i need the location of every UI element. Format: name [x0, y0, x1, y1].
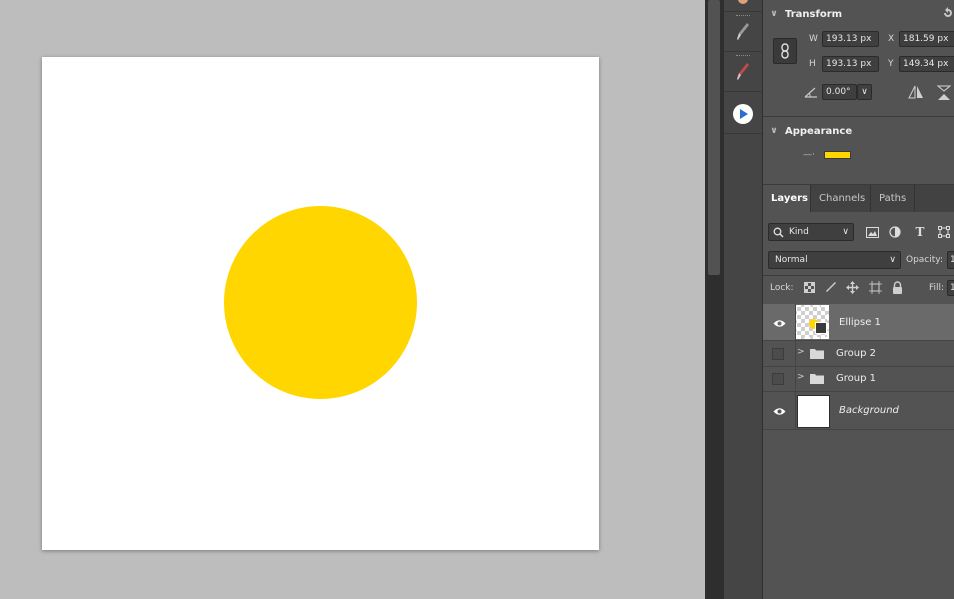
visibility-eye-icon[interactable]	[772, 404, 786, 418]
canvas-workspace[interactable]	[0, 0, 705, 599]
angle-icon	[804, 87, 817, 98]
layer-row-group-1[interactable]: > Group 1	[763, 367, 954, 392]
section-divider	[763, 116, 954, 117]
tab-layers[interactable]: Layers	[763, 185, 811, 212]
transform-header[interactable]: ∨ Transform	[763, 4, 842, 24]
brush-tool-icon	[737, 22, 749, 40]
lock-position-icon[interactable]	[844, 279, 860, 295]
tab-paths[interactable]: Paths	[871, 185, 915, 212]
height-label: H	[809, 59, 816, 69]
play-action-button[interactable]	[724, 94, 762, 134]
chevron-down-icon: ∨	[770, 126, 778, 136]
brush-tip-icon	[738, 0, 748, 4]
chevron-down-icon: ∨	[770, 9, 778, 19]
chevron-down-icon: ∨	[889, 255, 896, 265]
x-label: X	[888, 34, 895, 44]
folder-icon	[810, 374, 824, 384]
chevron-down-icon: ∨	[861, 87, 868, 97]
lock-label: Lock:	[770, 283, 794, 293]
layers-column-divider	[795, 304, 796, 430]
folder-icon	[810, 349, 824, 359]
width-label: W	[809, 34, 818, 44]
kind-filter-label: Kind	[789, 227, 809, 237]
layers-tab-bar: Layers Channels Paths	[763, 185, 954, 212]
filter-pixel-layers-icon[interactable]	[864, 224, 880, 240]
tool-grip	[736, 15, 750, 18]
layer-name[interactable]: Group 1	[836, 373, 876, 384]
height-field[interactable]: 193.13 px	[822, 56, 879, 72]
link-dimensions-button[interactable]	[773, 38, 797, 64]
document-canvas[interactable]	[42, 57, 599, 550]
lock-image-pixels-icon[interactable]	[823, 279, 839, 295]
brush-tool-red-button[interactable]	[724, 52, 762, 92]
tab-channels[interactable]: Channels	[811, 185, 871, 212]
reset-icon[interactable]	[941, 6, 954, 20]
angle-field[interactable]: 0.00°	[822, 84, 857, 100]
flip-horizontal-icon[interactable]	[907, 85, 925, 99]
properties-panel: ∨ Transform W 193.13 px X 181.59 px H 19…	[763, 0, 954, 599]
layer-name[interactable]: Ellipse 1	[839, 317, 881, 328]
tool-grip	[736, 55, 750, 58]
visibility-toggle-empty[interactable]	[772, 373, 784, 385]
shape-layer-badge-icon	[815, 322, 827, 334]
background-thumbnail	[797, 395, 830, 428]
fill-color-swatch[interactable]	[824, 151, 851, 159]
y-position-field[interactable]: 149.34 px	[899, 56, 954, 72]
visibility-toggle-empty[interactable]	[772, 348, 784, 360]
chevron-right-icon[interactable]: >	[797, 347, 805, 357]
fill-label: Fill:	[929, 283, 945, 293]
width-field[interactable]: 193.13 px	[822, 31, 879, 47]
tool-strip	[723, 0, 763, 599]
ellipse-shape[interactable]	[224, 206, 417, 399]
chevron-right-icon[interactable]: >	[797, 372, 805, 382]
stroke-style-label: —·	[803, 150, 815, 160]
visibility-eye-icon[interactable]	[772, 316, 786, 330]
y-label: Y	[888, 59, 894, 69]
fill-field[interactable]: 1	[947, 280, 954, 296]
x-position-field[interactable]: 181.59 px	[899, 31, 954, 47]
lock-artboard-icon[interactable]	[867, 279, 883, 295]
opacity-label: Opacity:	[906, 255, 943, 265]
appearance-title: Appearance	[785, 125, 853, 137]
chevron-down-icon: ∨	[842, 227, 849, 237]
filter-adjustment-layers-icon[interactable]	[887, 224, 903, 240]
transform-title: Transform	[785, 8, 843, 20]
filter-type-layers-icon[interactable]: T	[912, 224, 928, 240]
section-divider	[763, 275, 954, 276]
play-action-icon	[733, 103, 753, 124]
filter-shape-layers-icon[interactable]	[936, 224, 952, 240]
layer-name[interactable]: Group 2	[836, 348, 876, 359]
flip-vertical-icon[interactable]	[937, 85, 951, 101]
lock-all-icon[interactable]	[889, 279, 905, 295]
search-icon	[773, 227, 784, 238]
tool-slot-top[interactable]	[724, 0, 762, 12]
layer-row-group-2[interactable]: > Group 2	[763, 341, 954, 367]
blend-mode-value: Normal	[775, 255, 808, 265]
vertical-scrollbar[interactable]	[705, 0, 723, 599]
layer-row-ellipse-1[interactable]: Ellipse 1	[763, 304, 954, 341]
appearance-header[interactable]: ∨ Appearance	[763, 121, 852, 141]
chain-link-icon	[781, 43, 789, 59]
angle-dropdown[interactable]: ∨	[857, 84, 872, 100]
layer-thumbnail-transparent	[795, 305, 829, 339]
opacity-field[interactable]: 1	[947, 251, 954, 269]
layer-name[interactable]: Background	[839, 405, 899, 416]
brush-tool-button[interactable]	[724, 12, 762, 52]
brush-tool-icon-2	[737, 62, 749, 80]
scrollbar-thumb[interactable]	[708, 0, 720, 275]
lock-transparent-pixels-icon[interactable]	[801, 279, 817, 295]
layer-row-background[interactable]: Background	[763, 392, 954, 430]
blend-mode-select[interactable]: Normal ∨	[768, 251, 901, 269]
